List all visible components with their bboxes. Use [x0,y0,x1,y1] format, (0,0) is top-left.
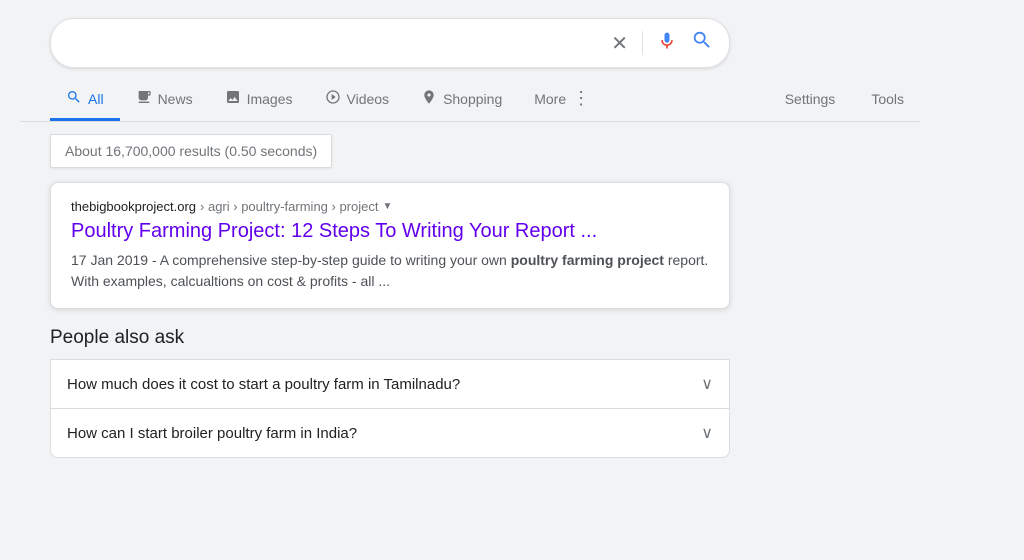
settings-label: Settings [785,91,836,107]
search-icons: ✕ [611,29,713,57]
vertical-divider [642,31,643,55]
result-path: › agri › poultry-farming › project [200,199,378,214]
settings-tab[interactable]: Settings [769,81,852,120]
main-container: poultry farming project ✕ [0,0,1024,560]
images-tab-icon [225,89,241,108]
tools-label: Tools [871,91,904,107]
tab-all[interactable]: All [50,79,120,121]
result-url-line: thebigbookproject.org › agri › poultry-f… [71,199,709,214]
tab-shopping-label: Shopping [443,91,502,107]
paa-item-0[interactable]: How much does it cost to start a poultry… [50,359,730,408]
news-tab-icon [136,89,152,108]
paa-title: People also ask [50,327,730,349]
result-card: thebigbookproject.org › agri › poultry-f… [50,182,730,309]
search-bar: poultry farming project ✕ [50,18,730,68]
result-domain: thebigbookproject.org [71,199,196,214]
chevron-down-icon-0: ∨ [701,374,713,394]
all-tab-icon [66,89,82,108]
result-snippet: 17 Jan 2019 - A comprehensive step-by-st… [71,250,709,292]
paa-question-0: How much does it cost to start a poultry… [67,376,460,393]
paa-question-1: How can I start broiler poultry farm in … [67,425,357,442]
results-count: About 16,700,000 results (0.50 seconds) [50,134,332,168]
clear-icon[interactable]: ✕ [611,31,628,56]
shopping-tab-icon [421,89,437,108]
tab-news-label: News [158,91,193,107]
tab-shopping[interactable]: Shopping [405,79,518,121]
result-dropdown-icon[interactable]: ▼ [382,201,392,212]
result-title[interactable]: Poultry Farming Project: 12 Steps To Wri… [71,218,709,244]
mic-icon[interactable] [657,31,677,56]
tab-all-label: All [88,91,104,107]
snippet-text: - A comprehensive step-by-step guide to … [148,252,511,268]
more-tab-icon: ⋮ [572,88,590,109]
tab-images-label: Images [247,91,293,107]
more-tab-label: More [534,91,566,107]
tab-images[interactable]: Images [209,79,309,121]
chevron-down-icon-1: ∨ [701,423,713,443]
videos-tab-icon [325,89,341,108]
snippet-date: 17 Jan 2019 [71,252,148,268]
tab-more[interactable]: More ⋮ [518,78,606,122]
search-button-icon[interactable] [691,29,713,57]
tools-tab[interactable]: Tools [855,81,920,120]
nav-tabs: All News Images Videos Shopping [20,68,920,122]
tab-videos[interactable]: Videos [309,79,406,121]
tab-videos-label: Videos [347,91,390,107]
search-input[interactable]: poultry farming project [67,33,611,54]
people-also-ask-section: People also ask How much does it cost to… [50,327,730,458]
snippet-bold: poultry farming project [511,252,664,268]
paa-item-1[interactable]: How can I start broiler poultry farm in … [50,408,730,458]
nav-right: Settings Tools [769,81,920,119]
tab-news[interactable]: News [120,79,209,121]
